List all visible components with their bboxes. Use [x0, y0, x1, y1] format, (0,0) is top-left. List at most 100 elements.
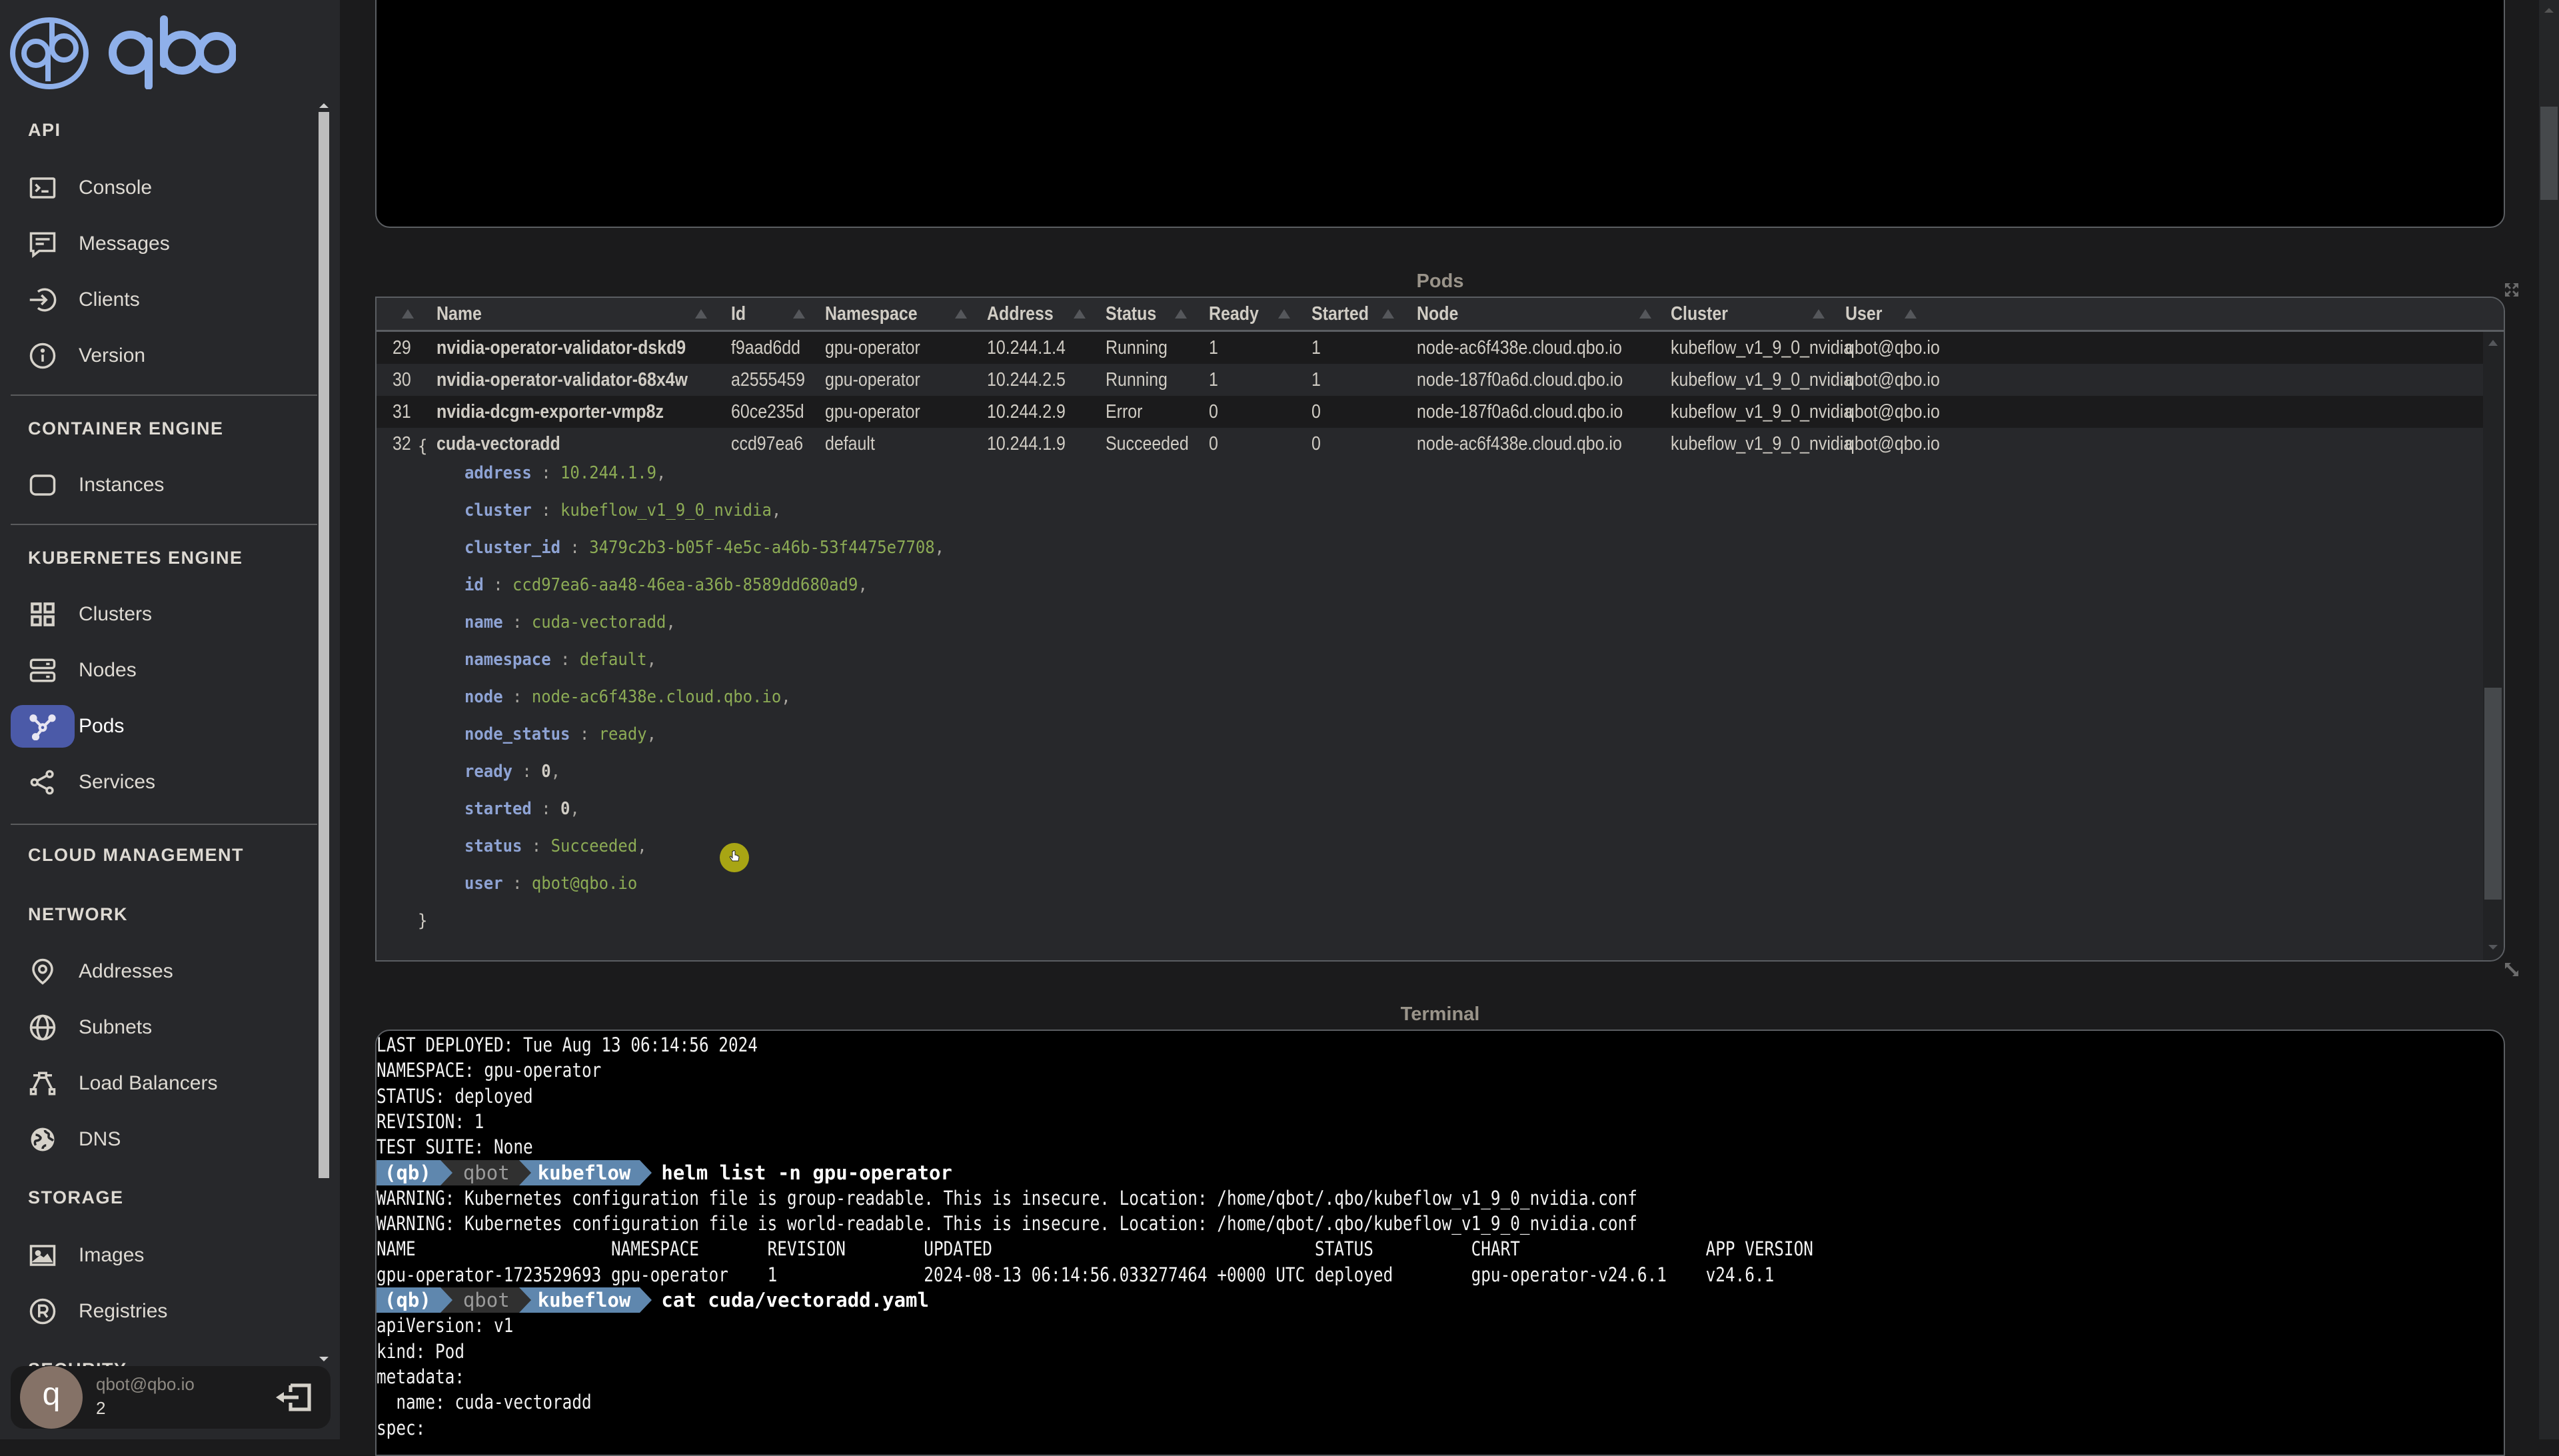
table-row-selected[interactable]: 32 cuda-vectoradd ccd97ea6 default 10.24… — [377, 428, 2483, 460]
grid-icon — [11, 593, 75, 636]
cell-id: a2555459 — [731, 369, 805, 390]
sidebar-item-label: Pods — [79, 715, 125, 737]
sidebar-scroll-up-icon[interactable] — [319, 103, 329, 108]
sidebar-scroll-down-icon[interactable] — [319, 1357, 329, 1361]
sidebar-item-label: Registries — [79, 1300, 168, 1322]
sort-icon[interactable] — [1639, 309, 1651, 319]
sidebar-item-images[interactable]: Images — [11, 1234, 317, 1277]
table-row[interactable]: 29 nvidia-operator-validator-dskd9 f9aad… — [377, 332, 2483, 364]
user-card: q qbot@qbo.io 2 — [11, 1366, 331, 1429]
avatar[interactable]: q — [20, 1366, 83, 1429]
cell-address: 10.244.1.9 — [987, 433, 1066, 454]
json-value: node-ac6f438e.cloud.qbo.io — [531, 687, 782, 707]
page-scrollbar[interactable] — [2539, 0, 2559, 1439]
sidebar-item-clients[interactable]: Clients — [11, 279, 317, 321]
json-colon: : — [502, 687, 532, 707]
cell-namespace: default — [825, 433, 875, 454]
registered-icon — [11, 1290, 75, 1333]
json-field-address: address : 10.244.1.9, — [464, 460, 666, 486]
column-header-cluster[interactable]: Cluster — [1671, 298, 1728, 330]
table-scroll-down-icon[interactable] — [2488, 945, 2498, 950]
cell-row-number: 32 — [393, 433, 411, 454]
sidebar-item-version[interactable]: Version — [11, 335, 317, 377]
hand-pointer-icon — [729, 850, 740, 862]
resize-icon[interactable] — [2504, 962, 2520, 978]
sort-icon[interactable] — [1813, 309, 1825, 319]
section-title-network: NETWORK — [28, 904, 128, 924]
sort-icon[interactable] — [1382, 309, 1394, 319]
terminal-output-line: apiVersion: v1 — [377, 1314, 514, 1337]
prompt-dir-segment: kubeflow — [518, 1287, 652, 1313]
sidebar-divider — [11, 824, 317, 825]
page-scroll-up-icon[interactable] — [2544, 8, 2554, 13]
sidebar-item-nodes[interactable]: Nodes — [11, 649, 317, 692]
pods-table: Name Id Namespace Address Status Ready S… — [375, 297, 2505, 962]
sidebar-item-load-balancers[interactable]: Load Balancers — [11, 1062, 317, 1105]
table-scroll-up-icon[interactable] — [2488, 340, 2498, 346]
sidebar-scrollbar-thumb[interactable] — [319, 112, 329, 1178]
column-header-status[interactable]: Status — [1106, 298, 1156, 330]
page-scrollbar-thumb[interactable] — [2540, 107, 2558, 200]
sidebar-item-console[interactable]: Console — [11, 167, 317, 209]
table-scrollbar-thumb[interactable] — [2484, 688, 2502, 900]
json-comma: , — [570, 799, 580, 819]
terminal-command: helm list -n gpu-operator — [661, 1161, 952, 1184]
column-header-started[interactable]: Started — [1311, 298, 1369, 330]
expand-icon[interactable] — [2504, 282, 2520, 298]
sidebar-item-addresses[interactable]: Addresses — [11, 950, 317, 993]
table-scrollbar[interactable] — [2483, 332, 2504, 960]
table-row[interactable]: 31 nvidia-dcgm-exporter-vmp8z 60ce235d g… — [377, 396, 2483, 428]
sidebar-item-subnets[interactable]: Subnets — [11, 1006, 317, 1049]
pods-panel-title: Pods — [1416, 271, 1464, 292]
sidebar-item-dns[interactable]: DNS — [11, 1118, 317, 1161]
column-header-user[interactable]: User — [1845, 298, 1882, 330]
terminal-prompt-line: (qb) qbot kubeflow helm list -n gpu-operato… — [377, 1159, 952, 1185]
terminal-output-line: NAMESPACE: gpu-operator — [377, 1059, 602, 1082]
json-comma: , — [646, 650, 657, 670]
sidebar-item-label: Images — [79, 1244, 145, 1266]
sort-icon[interactable] — [1905, 309, 1917, 319]
column-header-name[interactable]: Name — [436, 298, 482, 330]
sidebar-item-instances[interactable]: Instances — [11, 464, 317, 506]
cell-node: node-ac6f438e.cloud.qbo.io — [1417, 433, 1622, 454]
sidebar-item-messages[interactable]: Messages — [11, 223, 317, 265]
terminal-output-line: TEST SUITE: None — [377, 1135, 533, 1159]
json-key: node_status — [464, 724, 570, 744]
cell-name: nvidia-operator-validator-dskd9 — [436, 337, 686, 359]
cell-started: 0 — [1311, 433, 1321, 454]
json-colon: : — [550, 650, 580, 670]
qbo-logo[interactable] — [9, 9, 236, 89]
cell-node: node-187f0a6d.cloud.qbo.io — [1417, 401, 1623, 422]
cell-namespace: gpu-operator — [825, 337, 920, 359]
terminal[interactable]: LAST DEPLOYED: Tue Aug 13 06:14:56 2024 N… — [375, 1030, 2505, 1456]
cell-status: Running — [1106, 337, 1168, 359]
sort-icon[interactable] — [1278, 309, 1290, 319]
logout-icon[interactable] — [275, 1381, 315, 1414]
json-comma: , — [656, 463, 666, 483]
column-header-namespace[interactable]: Namespace — [825, 298, 918, 330]
sort-icon[interactable] — [793, 309, 805, 319]
json-field-started: started : 0, — [464, 796, 580, 822]
sort-icon[interactable] — [1175, 309, 1187, 319]
sidebar-item-registries[interactable]: Registries — [11, 1290, 317, 1333]
info-icon — [11, 335, 75, 377]
sidebar-item-label: Messages — [79, 233, 170, 255]
sort-icon[interactable] — [402, 309, 414, 319]
column-header-id[interactable]: Id — [731, 298, 746, 330]
pods-icon — [11, 705, 75, 748]
sort-icon[interactable] — [1074, 309, 1086, 319]
sidebar-item-pods[interactable]: Pods — [11, 705, 317, 748]
sidebar-item-services[interactable]: Services — [11, 761, 317, 804]
json-value: 3479c2b3-b05f-4e5c-a46b-53f4475e7708 — [589, 538, 935, 558]
sort-icon[interactable] — [955, 309, 967, 319]
column-header-node[interactable]: Node — [1417, 298, 1458, 330]
sidebar-item-clusters[interactable]: Clusters — [11, 593, 317, 636]
sidebar-item-label: Services — [79, 771, 156, 793]
column-header-ready[interactable]: Ready — [1209, 298, 1259, 330]
json-key: cluster_id — [464, 538, 561, 558]
location-icon — [11, 950, 75, 993]
json-field-user: user : qbot@qbo.io — [464, 870, 637, 897]
column-header-address[interactable]: Address — [987, 298, 1054, 330]
table-row[interactable]: 30 nvidia-operator-validator-68x4w a2555… — [377, 364, 2483, 396]
sort-icon[interactable] — [695, 309, 707, 319]
